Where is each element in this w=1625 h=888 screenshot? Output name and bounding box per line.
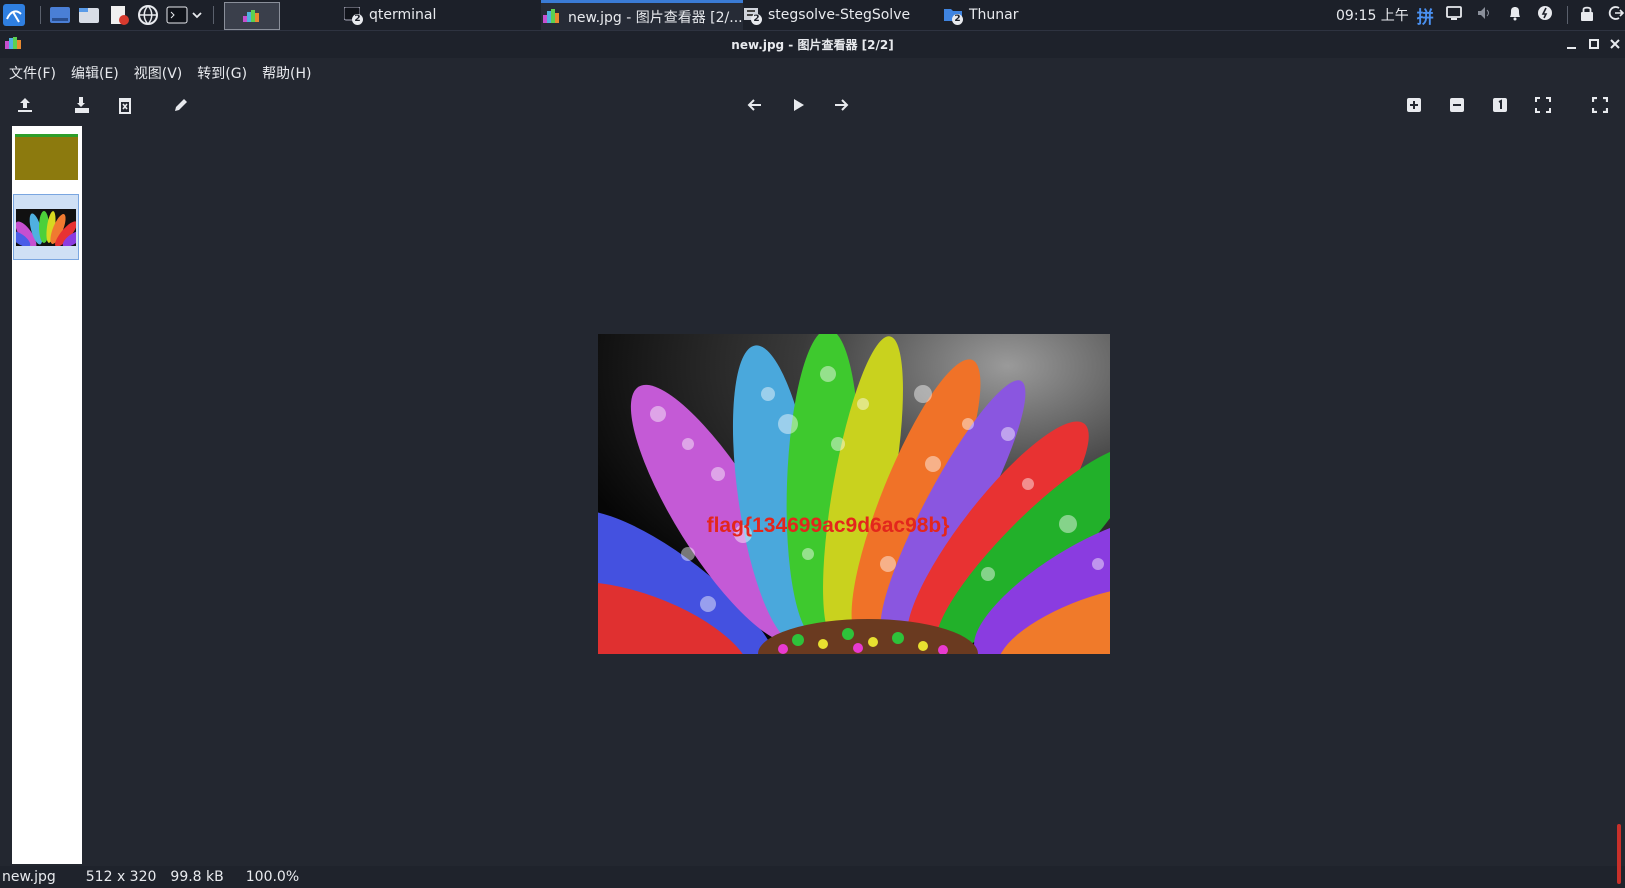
task-image-viewer[interactable]: new.jpg - 图片查看器 [2/... [541,0,743,30]
flag-overlay-text: flag{134699ac9d6ac98b} [707,514,950,537]
thumbnail-image [16,209,76,246]
menu-edit[interactable]: 编辑(E) [71,63,119,83]
zoom-out-button[interactable] [1446,96,1468,118]
logout-icon[interactable] [1608,5,1624,25]
show-desktop-icon[interactable] [49,4,71,26]
zoom-100-button[interactable] [1489,96,1511,118]
power-manager-icon[interactable] [1537,5,1553,25]
file-manager-icon[interactable] [78,4,100,26]
taskbar: 2 qterminal new.jpg - 图片查看器 [2/... 2 ste… [0,0,1625,31]
task-label: new.jpg - 图片查看器 [2/... [568,9,743,26]
upload-icon [16,96,34,118]
maximize-button[interactable] [1585,35,1603,53]
trash-icon [116,96,134,118]
separator [213,6,214,24]
java-app-icon: 2 [743,7,762,25]
clock[interactable]: 09:15 上午 [1336,5,1409,25]
web-browser-icon[interactable] [137,4,159,26]
task-thunar[interactable]: 2 Thunar [944,0,1134,30]
menu-go[interactable]: 转到(G) [197,63,247,83]
status-filename: new.jpg [2,869,56,885]
terminal-icon: 2 [344,6,363,25]
menu-view[interactable]: 视图(V) [134,63,183,83]
window-titlebar[interactable]: new.jpg - 图片查看器 [2/2] [0,31,1625,58]
separator [1566,6,1568,24]
download-icon [73,96,91,118]
volume-icon[interactable] [1477,6,1493,24]
statusbar: new.jpg 512 x 320 99.8 kB 100.0% [0,866,1625,888]
image-canvas[interactable]: flag{134699ac9d6ac98b} [514,329,1188,707]
task-qterminal[interactable]: 2 qterminal [344,0,532,30]
kali-menu-icon[interactable] [3,4,25,26]
task-label: Thunar [969,7,1019,23]
resize-grip[interactable] [1617,824,1621,884]
separator [40,6,41,24]
zoom-fit-button[interactable] [1532,96,1554,118]
task-label: stegsolve-StegSolve [768,7,911,23]
thumbnail-strip[interactable] [12,126,82,864]
zoom-in-icon [1406,97,1422,117]
status-dimensions: 512 x 320 [85,869,157,885]
workspace-switcher[interactable] [224,2,280,30]
input-method-indicator[interactable]: 拼 [1417,3,1434,28]
minimize-button[interactable] [1563,35,1581,53]
zoom-in-button[interactable] [1403,96,1425,118]
status-filesize: 99.8 kB [170,869,224,885]
pencil-icon [172,96,190,118]
menubar: 文件(F) 编辑(E) 视图(V) 转到(G) 帮助(H) [0,58,1625,88]
save-button[interactable] [71,96,93,118]
window-count-badge: 2 [952,14,963,25]
text-editor-icon[interactable] [108,4,130,26]
arrow-right-icon [832,96,850,118]
window-title: new.jpg - 图片查看器 [2/2] [731,38,894,52]
status-zoom: 100.0% [245,869,300,885]
notification-bell-icon[interactable] [1507,5,1523,25]
slideshow-button[interactable] [787,96,809,118]
menu-file[interactable]: 文件(F) [9,63,56,83]
thumbnail-item[interactable] [15,134,78,180]
fullscreen-icon [1591,96,1609,117]
task-label: qterminal [369,7,437,23]
thumbnail-item-selected[interactable] [13,194,79,260]
system-tray: 09:15 上午 拼 [1336,0,1624,30]
zoom-out-icon [1449,97,1465,117]
actual-size-icon [1492,97,1508,117]
display-icon[interactable] [1445,6,1462,24]
arrow-left-icon [746,96,764,118]
lock-icon[interactable] [1580,5,1594,25]
play-icon [789,96,807,118]
chevron-down-icon[interactable] [190,4,204,26]
open-button[interactable] [14,96,36,118]
fit-window-icon [1535,97,1551,117]
task-stegsolve[interactable]: 2 stegsolve-StegSolve [743,0,933,30]
fullscreen-button[interactable] [1589,96,1611,118]
next-button[interactable] [830,96,852,118]
menu-help[interactable]: 帮助(H) [262,63,311,83]
edit-button[interactable] [170,96,192,118]
close-button[interactable] [1606,35,1624,53]
flower-image: flag{134699ac9d6ac98b} [514,329,1188,707]
window-count-badge: 2 [352,14,363,25]
terminal-icon[interactable] [166,4,188,26]
folder-icon: 2 [944,7,963,25]
delete-button[interactable] [114,96,136,118]
image-viewer-icon [543,8,561,25]
previous-button[interactable] [744,96,766,118]
toolbar [0,88,1625,124]
window-count-badge: 2 [751,14,762,25]
